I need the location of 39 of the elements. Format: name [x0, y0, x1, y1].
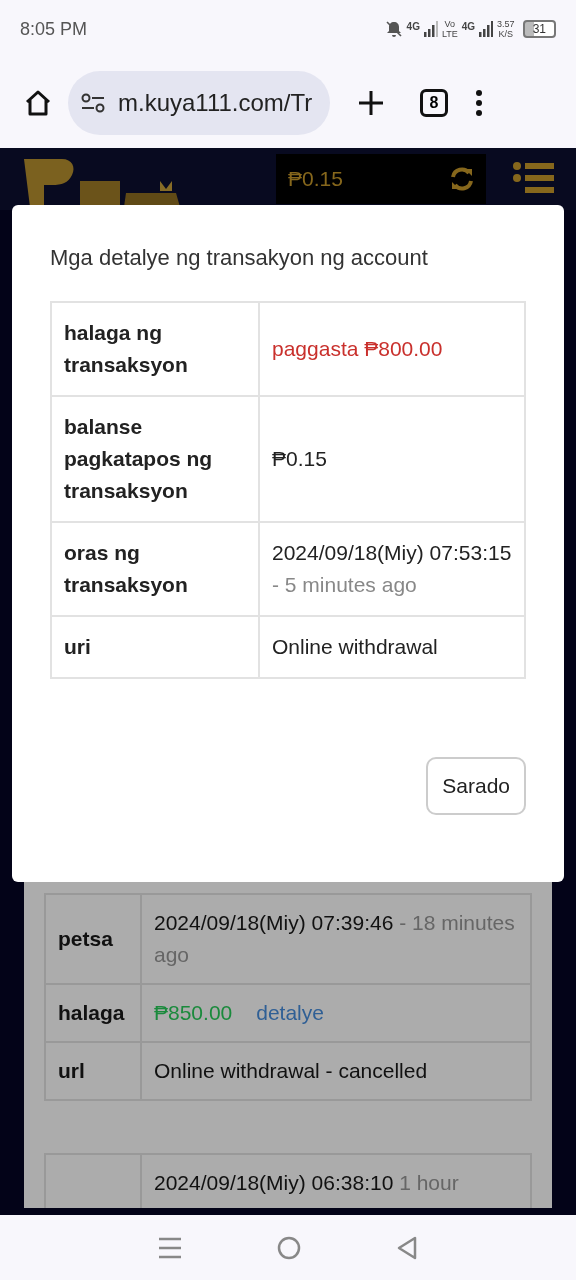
modal-title: Mga detalye ng transakyon ng account	[50, 245, 429, 271]
url-field[interactable]: m.kuya111.com/Tr	[68, 71, 330, 135]
volte-label: LTE	[441, 29, 458, 39]
label-cell: petsa	[45, 894, 141, 984]
tab-count-button[interactable]: 8	[420, 89, 448, 117]
timestamp-text: 2024/09/18(Miy) 06:38:10 1 hour	[154, 1171, 459, 1194]
label-cell: oras ng transaksyon	[51, 522, 259, 616]
signal-icon	[479, 21, 494, 37]
status-time: 8:05 PM	[20, 18, 88, 40]
label-cell: url	[45, 1042, 141, 1100]
refresh-icon[interactable]	[448, 165, 476, 193]
close-button[interactable]: Sarado	[426, 757, 526, 815]
label-cell: halaga	[45, 984, 141, 1042]
amount-text: ₱850.00	[154, 1001, 233, 1024]
value-cell: paggasta ₱800.00	[259, 302, 525, 396]
home-button-icon[interactable]	[277, 1235, 301, 1260]
bell-muted-icon	[384, 20, 403, 38]
network-label: 4G	[406, 21, 420, 32]
more-icon[interactable]	[474, 88, 484, 118]
label-cell: halaga ng transaksyon	[51, 302, 259, 396]
site-settings-icon[interactable]	[80, 92, 106, 114]
balance-amount: ₱0.15	[288, 167, 343, 191]
value-cell: ₱0.15	[259, 396, 525, 522]
back-icon[interactable]	[396, 1235, 419, 1260]
timestamp-text: 2024/09/18(Miy) 07:39:46 - 18 minutes ago	[154, 911, 515, 966]
network-label: 4G	[461, 21, 476, 32]
speed-unit: K/S	[498, 29, 514, 39]
volte-label: Vo	[444, 19, 456, 29]
signal-icon	[423, 21, 438, 37]
label-cell: uri	[51, 616, 259, 678]
value-cell: Online withdrawal	[259, 616, 525, 678]
value-cell: Online withdrawal - cancelled	[141, 1042, 531, 1100]
plus-icon[interactable]	[356, 88, 386, 118]
label-cell: balanse pagkatapos ng transaksyon	[51, 396, 259, 522]
timestamp-text: 2024/09/18(Miy) 07:53:15 - 5 minutes ago	[272, 541, 512, 596]
battery-indicator: 31	[522, 20, 556, 38]
speed-value: 3.57	[497, 19, 515, 29]
url-text: m.kuya111.com/Tr	[118, 89, 313, 117]
recents-icon[interactable]	[157, 1236, 182, 1259]
